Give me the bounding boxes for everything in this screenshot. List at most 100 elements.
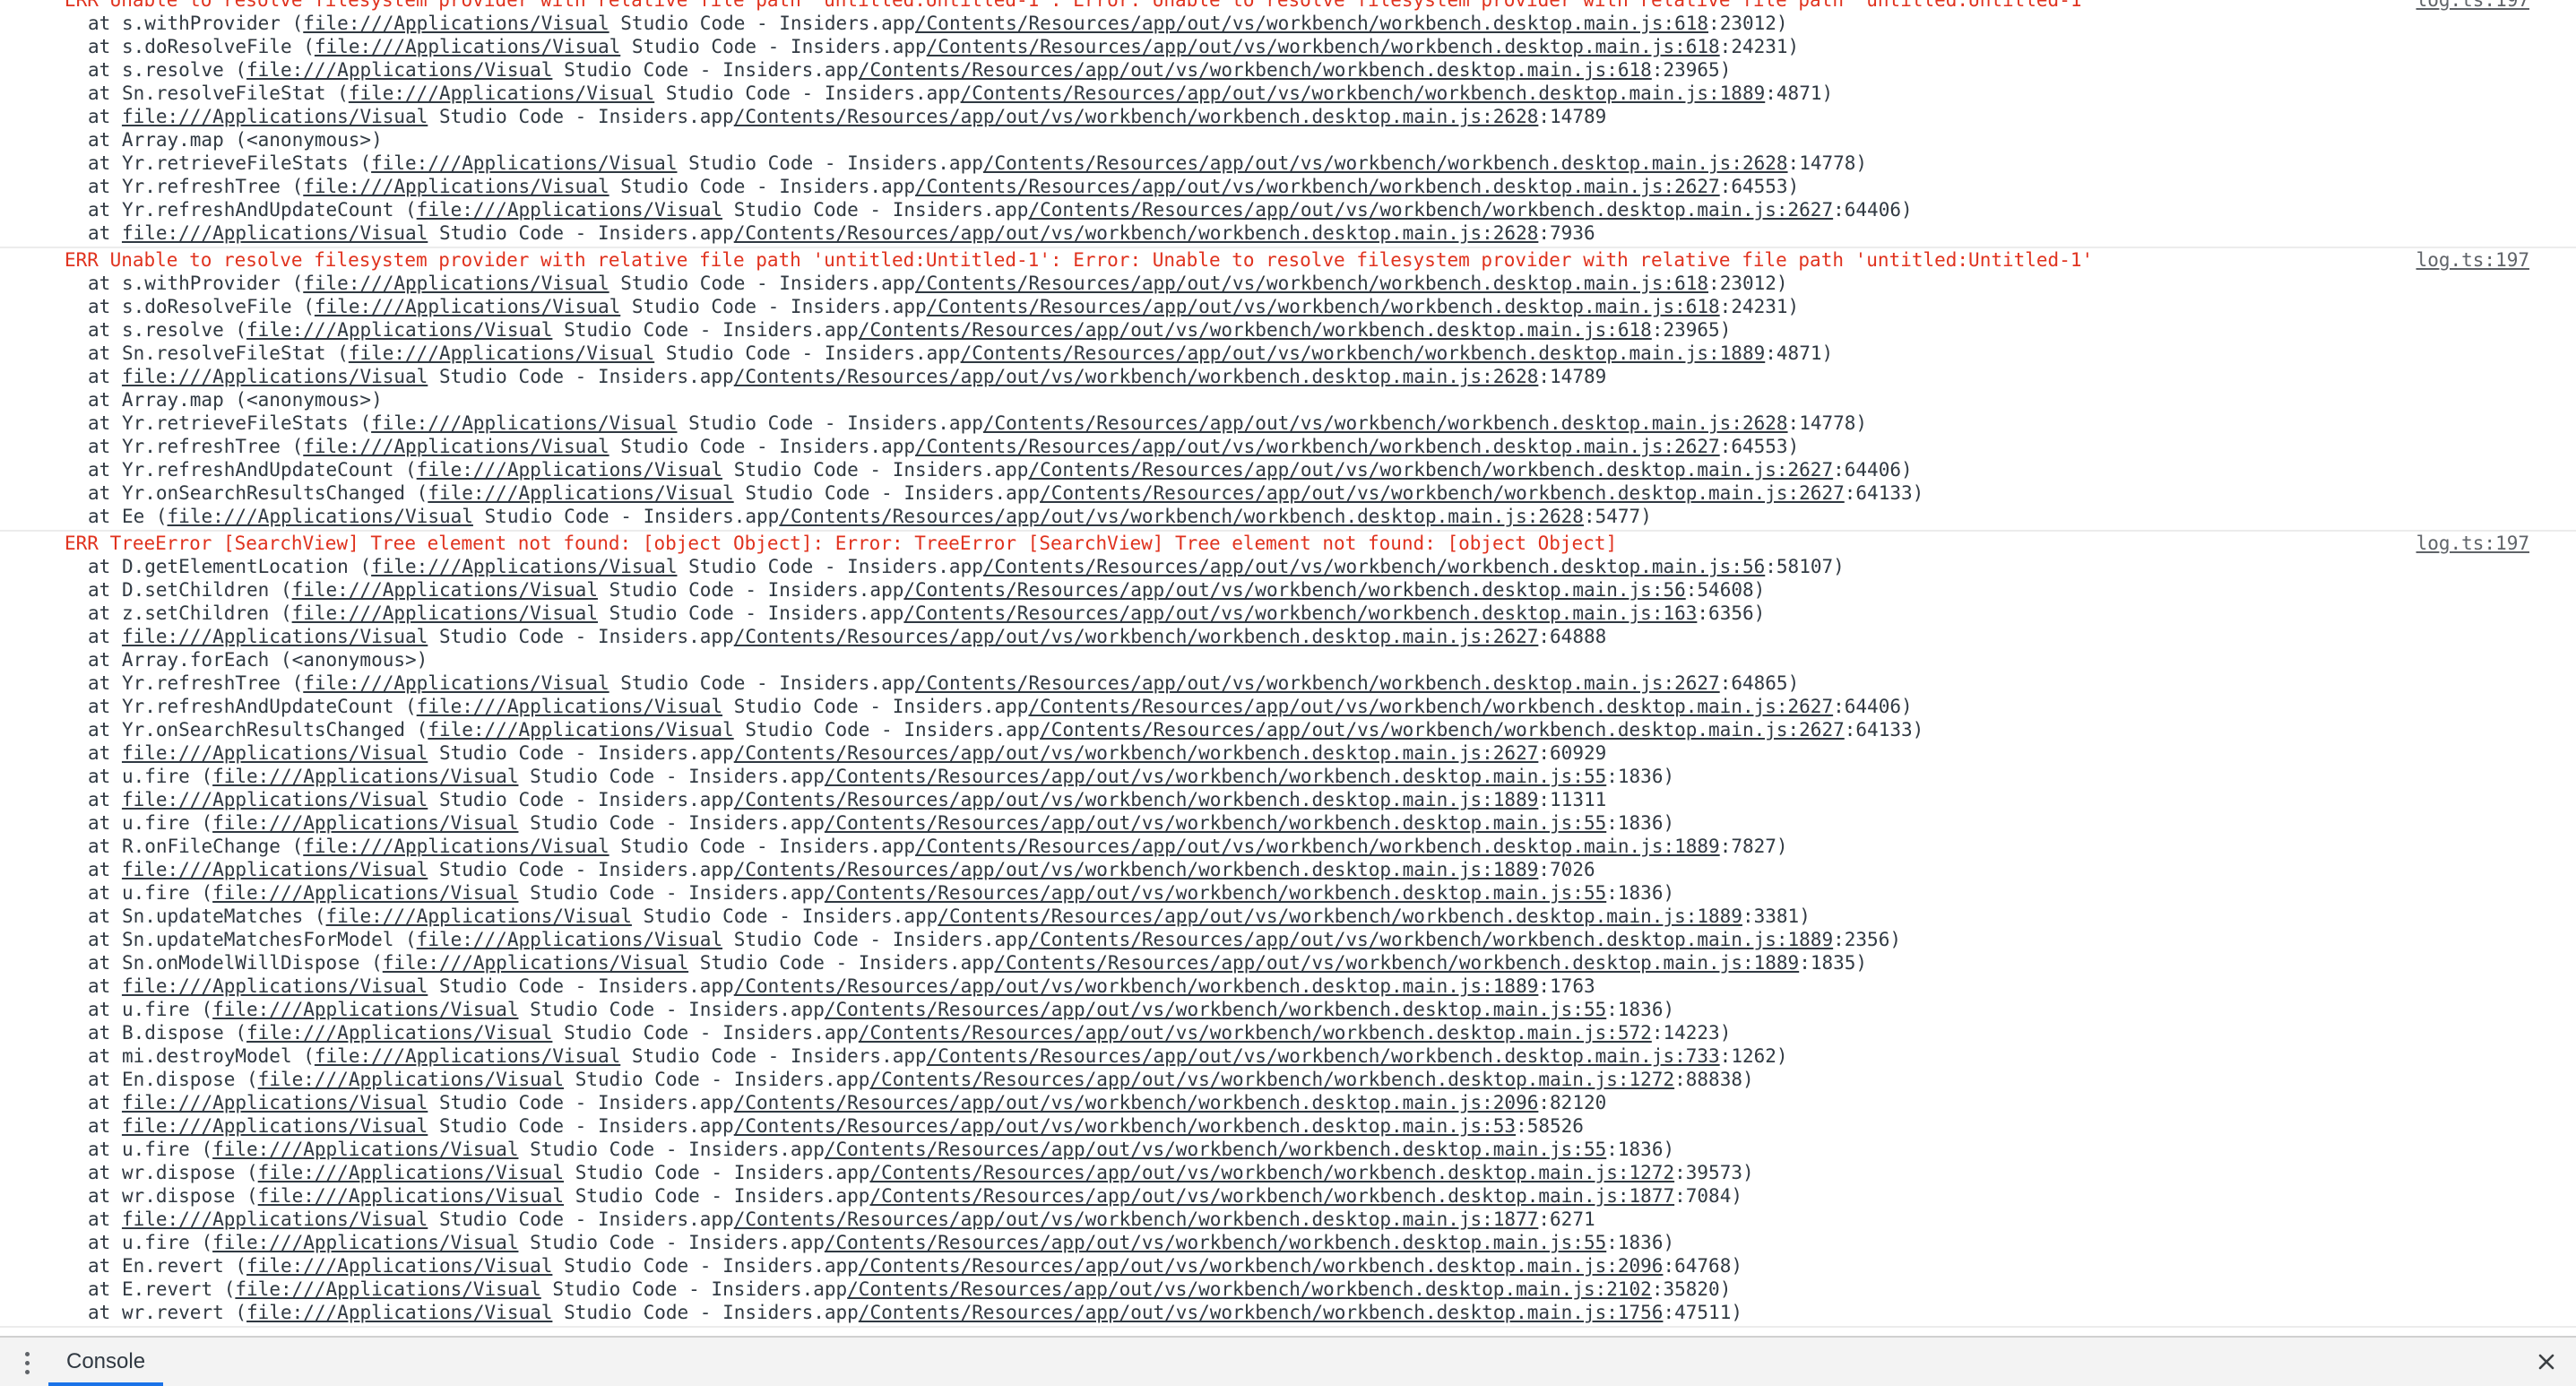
frame-path-link[interactable]: /Contents/Resources/app/out/vs/workbench…: [734, 626, 1539, 647]
frame-path-link[interactable]: /Contents/Resources/app/out/vs/workbench…: [825, 999, 1606, 1020]
frame-file-link[interactable]: file:///Applications/Visual: [303, 836, 609, 857]
frame-file-link[interactable]: file:///Applications/Visual: [122, 789, 428, 810]
frame-path-link[interactable]: /Contents/Resources/app/out/vs/workbench…: [915, 672, 1720, 694]
frame-path-link[interactable]: /Contents/Resources/app/out/vs/workbench…: [847, 1278, 1652, 1300]
frame-file-link[interactable]: file:///Applications/Visual: [212, 766, 518, 787]
frame-file-link[interactable]: file:///Applications/Visual: [292, 602, 598, 624]
frame-path-link[interactable]: /Contents/Resources/app/out/vs/workbench…: [825, 882, 1606, 904]
frame-path-link[interactable]: /Contents/Resources/app/out/vs/workbench…: [903, 579, 1685, 601]
frame-file-link[interactable]: file:///Applications/Visual: [417, 199, 722, 221]
frame-file-link[interactable]: file:///Applications/Visual: [122, 1208, 428, 1230]
frame-file-link[interactable]: file:///Applications/Visual: [428, 482, 733, 504]
frame-file-link[interactable]: file:///Applications/Visual: [303, 436, 609, 457]
frame-path-link[interactable]: /Contents/Resources/app/out/vs/workbench…: [869, 1162, 1674, 1183]
frame-path-link[interactable]: /Contents/Resources/app/out/vs/workbench…: [734, 742, 1539, 764]
frame-file-link[interactable]: file:///Applications/Visual: [235, 1278, 540, 1300]
frame-path-link[interactable]: /Contents/Resources/app/out/vs/workbench…: [859, 319, 1652, 341]
frame-path-link[interactable]: /Contents/Resources/app/out/vs/workbench…: [734, 975, 1539, 997]
frame-file-link[interactable]: file:///Applications/Visual: [212, 999, 518, 1020]
frame-file-link[interactable]: file:///Applications/Visual: [428, 719, 733, 741]
frame-path-link[interactable]: /Contents/Resources/app/out/vs/workbench…: [734, 1208, 1539, 1230]
frame-file-link[interactable]: file:///Applications/Visual: [122, 859, 428, 880]
frame-path-link[interactable]: /Contents/Resources/app/out/vs/workbench…: [734, 366, 1539, 387]
frame-file-link[interactable]: file:///Applications/Visual: [303, 13, 609, 34]
console-log[interactable]: ERR Unable to resolve filesystem provide…: [0, 0, 2576, 1336]
frame-path-link[interactable]: /Contents/Resources/app/out/vs/workbench…: [995, 952, 1800, 974]
frame-path-link[interactable]: /Contents/Resources/app/out/vs/workbench…: [869, 1069, 1674, 1090]
frame-file-link[interactable]: file:///Applications/Visual: [326, 905, 632, 927]
frame-path-link[interactable]: /Contents/Resources/app/out/vs/workbench…: [859, 1255, 1664, 1277]
frame-path-link[interactable]: /Contents/Resources/app/out/vs/workbench…: [983, 412, 1788, 434]
kebab-menu-icon[interactable]: [16, 1348, 38, 1379]
frame-path-link[interactable]: /Contents/Resources/app/out/vs/workbench…: [1028, 929, 1833, 950]
frame-file-link[interactable]: file:///Applications/Visual: [122, 366, 428, 387]
frame-path-link[interactable]: /Contents/Resources/app/out/vs/workbench…: [915, 273, 1708, 294]
frame-path-link[interactable]: /Contents/Resources/app/out/vs/workbench…: [915, 836, 1720, 857]
frame-file-link[interactable]: file:///Applications/Visual: [122, 626, 428, 647]
frame-path-link[interactable]: /Contents/Resources/app/out/vs/workbench…: [859, 1022, 1652, 1044]
frame-path-link[interactable]: /Contents/Resources/app/out/vs/workbench…: [1028, 696, 1833, 717]
frame-file-link[interactable]: file:///Applications/Visual: [417, 459, 722, 481]
frame-file-link[interactable]: file:///Applications/Visual: [168, 506, 473, 527]
frame-file-link[interactable]: file:///Applications/Visual: [371, 412, 677, 434]
frame-file-link[interactable]: file:///Applications/Visual: [349, 82, 654, 104]
frame-file-link[interactable]: file:///Applications/Visual: [258, 1162, 564, 1183]
frame-file-link[interactable]: file:///Applications/Visual: [212, 1232, 518, 1253]
frame-file-link[interactable]: file:///Applications/Visual: [212, 882, 518, 904]
frame-file-link[interactable]: file:///Applications/Visual: [349, 342, 654, 364]
frame-path-link[interactable]: /Contents/Resources/app/out/vs/workbench…: [1040, 719, 1845, 741]
frame-path-link[interactable]: /Contents/Resources/app/out/vs/workbench…: [734, 789, 1539, 810]
frame-file-link[interactable]: file:///Applications/Visual: [303, 672, 609, 694]
frame-path-link[interactable]: /Contents/Resources/app/out/vs/workbench…: [779, 506, 1584, 527]
frame-path-link[interactable]: /Contents/Resources/app/out/vs/workbench…: [825, 766, 1606, 787]
frame-file-link[interactable]: file:///Applications/Visual: [246, 59, 552, 81]
frame-file-link[interactable]: file:///Applications/Visual: [258, 1069, 564, 1090]
frame-path-link[interactable]: /Contents/Resources/app/out/vs/workbench…: [915, 436, 1720, 457]
frame-file-link[interactable]: file:///Applications/Visual: [371, 152, 677, 174]
frame-path-link[interactable]: /Contents/Resources/app/out/vs/workbench…: [1040, 482, 1845, 504]
frame-path-link[interactable]: /Contents/Resources/app/out/vs/workbench…: [915, 13, 1708, 34]
tab-console[interactable]: Console: [48, 1338, 164, 1386]
frame-path-link[interactable]: /Contents/Resources/app/out/vs/workbench…: [1028, 459, 1833, 481]
frame-file-link[interactable]: file:///Applications/Visual: [303, 176, 609, 197]
frame-path-link[interactable]: /Contents/Resources/app/out/vs/workbench…: [734, 222, 1539, 244]
frame-path-link[interactable]: /Contents/Resources/app/out/vs/workbench…: [915, 176, 1720, 197]
frame-file-link[interactable]: file:///Applications/Visual: [315, 296, 620, 317]
frame-file-link[interactable]: file:///Applications/Visual: [122, 1092, 428, 1113]
frame-path-link[interactable]: /Contents/Resources/app/out/vs/workbench…: [903, 602, 1697, 624]
frame-file-link[interactable]: file:///Applications/Visual: [371, 556, 677, 577]
frame-file-link[interactable]: file:///Applications/Visual: [315, 1045, 620, 1067]
frame-path-link[interactable]: /Contents/Resources/app/out/vs/workbench…: [961, 82, 1766, 104]
frame-file-link[interactable]: file:///Applications/Visual: [122, 1115, 428, 1137]
frame-path-link[interactable]: /Contents/Resources/app/out/vs/workbench…: [734, 1092, 1539, 1113]
frame-file-link[interactable]: file:///Applications/Visual: [417, 929, 722, 950]
frame-path-link[interactable]: /Contents/Resources/app/out/vs/workbench…: [869, 1185, 1674, 1207]
frame-file-link[interactable]: file:///Applications/Visual: [292, 579, 598, 601]
frame-file-link[interactable]: file:///Applications/Visual: [122, 106, 428, 127]
frame-file-link[interactable]: file:///Applications/Visual: [258, 1185, 564, 1207]
frame-file-link[interactable]: file:///Applications/Visual: [246, 1255, 552, 1277]
frame-path-link[interactable]: /Contents/Resources/app/out/vs/workbench…: [983, 152, 1788, 174]
frame-path-link[interactable]: /Contents/Resources/app/out/vs/workbench…: [825, 1232, 1606, 1253]
frame-path-link[interactable]: /Contents/Resources/app/out/vs/workbench…: [983, 556, 1765, 577]
frame-path-link[interactable]: /Contents/Resources/app/out/vs/workbench…: [734, 106, 1539, 127]
frame-path-link[interactable]: /Contents/Resources/app/out/vs/workbench…: [859, 1302, 1664, 1323]
frame-file-link[interactable]: file:///Applications/Visual: [122, 222, 428, 244]
frame-path-link[interactable]: /Contents/Resources/app/out/vs/workbench…: [938, 905, 1742, 927]
frame-file-link[interactable]: file:///Applications/Visual: [383, 952, 688, 974]
frame-file-link[interactable]: file:///Applications/Visual: [246, 319, 552, 341]
frame-path-link[interactable]: /Contents/Resources/app/out/vs/workbench…: [961, 342, 1766, 364]
frame-path-link[interactable]: /Contents/Resources/app/out/vs/workbench…: [859, 59, 1652, 81]
frame-file-link[interactable]: file:///Applications/Visual: [246, 1302, 552, 1323]
frame-path-link[interactable]: /Contents/Resources/app/out/vs/workbench…: [927, 296, 1720, 317]
frame-file-link[interactable]: file:///Applications/Visual: [122, 975, 428, 997]
close-icon[interactable]: [2531, 1347, 2562, 1377]
source-link[interactable]: log.ts:197: [2416, 532, 2529, 555]
frame-file-link[interactable]: file:///Applications/Visual: [315, 36, 620, 57]
frame-file-link[interactable]: file:///Applications/Visual: [212, 1139, 518, 1160]
frame-file-link[interactable]: file:///Applications/Visual: [246, 1022, 552, 1044]
frame-path-link[interactable]: /Contents/Resources/app/out/vs/workbench…: [1028, 199, 1833, 221]
frame-path-link[interactable]: /Contents/Resources/app/out/vs/workbench…: [825, 812, 1606, 834]
frame-path-link[interactable]: /Contents/Resources/app/out/vs/workbench…: [734, 859, 1539, 880]
frame-file-link[interactable]: file:///Applications/Visual: [303, 273, 609, 294]
